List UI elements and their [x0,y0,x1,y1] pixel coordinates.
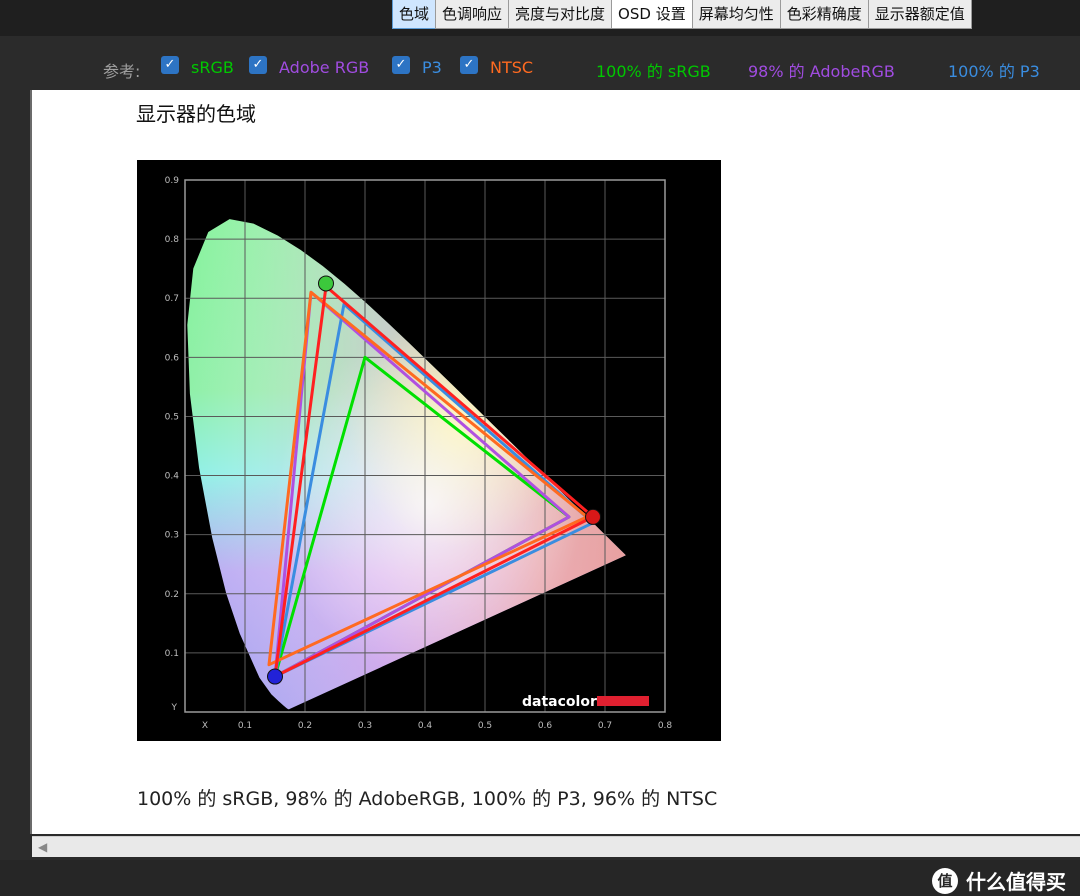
spectral-locus-white-point [187,219,626,710]
bottom-bar: 值 什么值得买 [0,860,1080,896]
tab-display-rating[interactable]: 显示器额定值 [867,0,972,29]
y-tick-label: 0.1 [165,649,179,659]
tab-strip: 色域 色调响应 亮度与对比度 OSD 设置 屏幕均匀性 色彩精确度 显示器额定值 [392,0,972,29]
y-tick-label: 0.3 [165,531,179,541]
tab-gamut[interactable]: 色域 [392,0,437,29]
reference-bar: 参考: ✓ sRGB ✓ Adobe RGB ✓ P3 ✓ NTSC 100% … [0,48,1080,88]
x-tick-label: 0.2 [298,721,312,731]
ntsc-checkbox[interactable]: ✓ [460,56,478,74]
x-tick-label: 0.1 [238,721,252,731]
y-axis-label: Y [171,703,178,713]
scroll-left-arrow-icon[interactable]: ◀ [38,840,47,854]
x-tick-label: 0.4 [418,721,433,731]
y-tick-label: 0.4 [165,472,180,482]
datacolor-logo-text: datacolor [522,694,597,710]
horizontal-scrollbar[interactable]: ◀ [32,836,1080,857]
ntsc-checkbox-label: NTSC [490,58,534,77]
primary-dot-red [585,508,601,525]
watermark: 值 什么值得买 [932,866,1066,895]
x-tick-label: 0.5 [478,721,492,731]
x-tick-label: 0.8 [658,721,673,731]
tab-color-accuracy[interactable]: 色彩精确度 [779,0,869,29]
tab-brightness-contrast[interactable]: 亮度与对比度 [508,0,613,29]
datacolor-logo: datacolor [522,694,649,710]
srgb-checkbox-label: sRGB [191,58,234,77]
y-tick-label: 0.8 [165,235,180,245]
adobergb-coverage: 98% 的 AdobeRGB [748,62,895,81]
top-bar: 色域 色调响应 亮度与对比度 OSD 设置 屏幕均匀性 色彩精确度 显示器额定值 [0,0,1080,36]
x-tick-label: 0.3 [358,721,372,731]
content-panel: 显示器的色域 0.1 0.2 0.3 0.4 0.5 0.6 0.7 0.8 0… [30,90,1080,834]
gamut-chart: 0.1 0.2 0.3 0.4 0.5 0.6 0.7 0.8 0.1 0.2 0.3 0.4 0.5 0… [137,160,721,741]
p3-coverage: 100% 的 P3 [948,62,1040,81]
y-tick-label: 0.5 [165,412,179,422]
adobe-rgb-checkbox-label: Adobe RGB [279,58,370,77]
gamut-chart-svg: 0.1 0.2 0.3 0.4 0.5 0.6 0.7 0.8 0.1 0.2 0.3 0.4 0.5 0… [165,176,673,731]
tab-screen-uniformity[interactable]: 屏幕均匀性 [691,0,781,29]
gamut-summary: 100% 的 sRGB, 98% 的 AdobeRGB, 100% 的 P3, … [137,788,718,810]
reference-label: 参考: [103,62,141,81]
primary-dot-blue [267,668,283,685]
primary-dot-green [318,275,334,292]
x-tick-label: 0.7 [598,721,612,731]
datacolor-logo-bar [597,696,649,706]
tab-tone-response[interactable]: 色调响应 [435,0,510,29]
watermark-logo-icon: 值 [932,867,958,894]
panel-title: 显示器的色域 [136,102,256,126]
adobe-rgb-checkbox[interactable]: ✓ [249,56,267,74]
srgb-checkbox[interactable]: ✓ [161,56,179,74]
p3-checkbox-label: P3 [422,58,442,77]
y-tick-label: 0.9 [165,176,180,186]
y-tick-label: 0.7 [165,294,179,304]
srgb-coverage: 100% 的 sRGB [596,62,711,81]
y-tick-label: 0.2 [165,590,179,600]
x-tick-label: 0.6 [538,721,553,731]
y-tick-label: 0.6 [165,353,180,363]
tab-osd-settings[interactable]: OSD 设置 [611,0,693,29]
watermark-text: 什么值得买 [966,870,1066,894]
x-axis-label: X [202,721,208,731]
p3-checkbox[interactable]: ✓ [392,56,410,74]
